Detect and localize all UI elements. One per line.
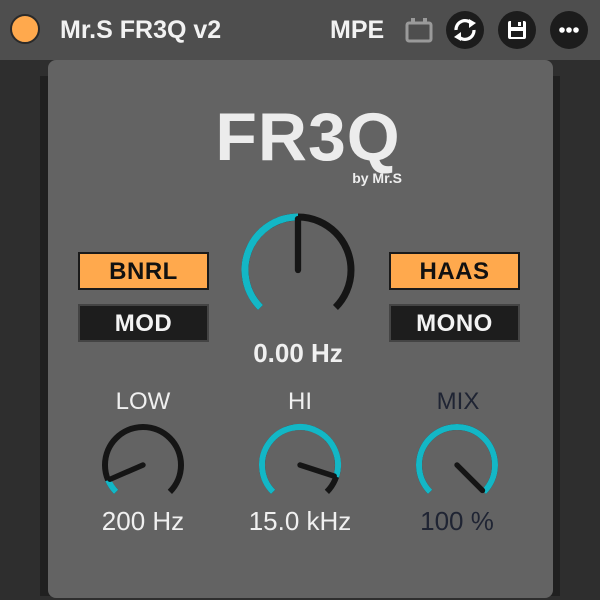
device-window: Mr.S FR3Q v2 MPE FR3Q by Mr.S BNRL MOD H…: [0, 0, 600, 600]
logo-byline: by Mr.S: [352, 170, 402, 186]
knob-value-arc: [259, 424, 341, 494]
refresh-button[interactable]: [446, 11, 484, 49]
low-label: LOW: [115, 388, 171, 415]
mix-knob[interactable]: [413, 421, 501, 509]
save-icon: [508, 21, 526, 39]
refresh-icon: [454, 19, 476, 41]
knob-pointer: [297, 462, 337, 479]
hi-knob-graphic: [259, 424, 341, 494]
knob-value-arc: [241, 213, 299, 310]
mod-toggle[interactable]: MOD: [78, 304, 209, 342]
more-options-button[interactable]: [550, 11, 588, 49]
mix-knob-graphic: [416, 424, 498, 494]
knob-pointer: [107, 462, 146, 482]
mix-value: 100 %: [420, 506, 494, 536]
bnrl-toggle[interactable]: BNRL: [78, 252, 209, 290]
hi-value: 15.0 kHz: [248, 506, 352, 536]
more-options-icon: [559, 27, 579, 33]
frequency-knob[interactable]: [238, 210, 358, 330]
mpe-label[interactable]: MPE: [330, 10, 384, 50]
hi-knob[interactable]: [256, 421, 344, 509]
power-toggle-icon[interactable]: [10, 14, 40, 44]
low-knob-graphic: [102, 424, 184, 494]
mix-label: MIX: [436, 388, 480, 415]
frequency-knob-graphic: [241, 213, 355, 310]
frequency-value: 0.00 Hz: [253, 338, 343, 368]
low-value: 200 Hz: [101, 506, 185, 536]
midi-connector-icon[interactable]: [404, 17, 434, 43]
device-title: Mr.S FR3Q v2: [60, 16, 222, 44]
hi-label: HI: [288, 388, 312, 415]
knob-value-arc: [416, 424, 498, 494]
logo-title: FR3Q: [215, 99, 401, 175]
mono-toggle[interactable]: MONO: [389, 304, 520, 342]
device-panel: FR3Q by Mr.S BNRL MOD HAAS MONO 0.00 Hz …: [48, 60, 553, 598]
knob-pointer: [454, 462, 486, 494]
haas-toggle[interactable]: HAAS: [389, 252, 520, 290]
knob-track: [102, 424, 184, 494]
save-button[interactable]: [498, 11, 536, 49]
low-knob[interactable]: [99, 421, 187, 509]
device-title-bar: Mr.S FR3Q v2 MPE: [0, 0, 600, 60]
